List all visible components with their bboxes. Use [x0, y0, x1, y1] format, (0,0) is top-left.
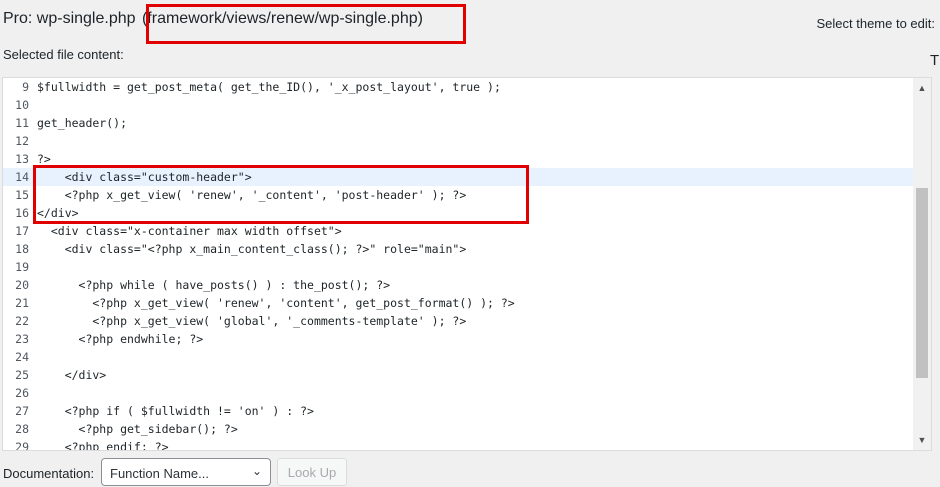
code-line[interactable]: 24 [3, 348, 914, 366]
line-code[interactable]: ?> [37, 152, 51, 166]
line-code[interactable]: <?php endif; ?> [37, 440, 169, 450]
line-number: 9 [22, 80, 29, 94]
code-line[interactable]: 12 [3, 132, 914, 150]
scroll-down-icon[interactable]: ▼ [913, 432, 931, 448]
line-number: 23 [15, 332, 29, 346]
line-number: 14 [15, 170, 29, 184]
line-code[interactable]: $fullwidth = get_post_meta( get_the_ID()… [37, 80, 501, 94]
code-line[interactable]: 18 <div class="<?php x_main_content_clas… [3, 240, 914, 258]
line-number: 15 [15, 188, 29, 202]
code-line[interactable]: 17 <div class="x-container max width off… [3, 222, 914, 240]
function-name-select-value: Function Name... [110, 466, 209, 481]
code-line[interactable]: 22 <?php x_get_view( 'global', '_comment… [3, 312, 914, 330]
scroll-up-icon[interactable]: ▲ [913, 80, 931, 96]
function-name-select[interactable]: Function Name... ⌄ [101, 458, 271, 486]
code-line[interactable]: 9 $fullwidth = get_post_meta( get_the_ID(… [3, 78, 914, 96]
code-line[interactable]: 29 <?php endif; ?> [3, 438, 914, 451]
line-number: 20 [15, 278, 29, 292]
code-line[interactable]: 23 <?php endwhile; ?> [3, 330, 914, 348]
line-number: 24 [15, 350, 29, 364]
line-number: 29 [15, 440, 29, 451]
code-lines[interactable]: 9 $fullwidth = get_post_meta( get_the_ID(… [3, 78, 914, 451]
line-code[interactable]: <div class="x-container max width offset… [37, 224, 342, 238]
chevron-down-icon: ⌄ [251, 464, 262, 478]
line-code[interactable]: <?php x_get_view( 'global', '_comments-t… [37, 314, 466, 328]
title-highlight-box [146, 4, 466, 44]
editor-scrollbar[interactable]: ▲ ▼ [913, 78, 931, 450]
line-code[interactable]: <?php x_get_view( 'renew', 'content', ge… [37, 296, 514, 310]
line-code[interactable]: <div class="<?php x_main_content_class()… [37, 242, 467, 256]
line-number: 17 [15, 224, 29, 238]
line-number: 18 [15, 242, 29, 256]
line-number: 10 [15, 98, 29, 112]
line-number: 22 [15, 314, 29, 328]
line-code[interactable]: get_header(); [37, 116, 127, 130]
line-code[interactable]: <?php if ( $fullwidth != 'on' ) : ?> [37, 404, 314, 418]
code-highlight-box [33, 165, 529, 224]
line-code[interactable]: </div> [37, 368, 107, 382]
line-number: 12 [15, 134, 29, 148]
code-line[interactable]: 28 <?php get_sidebar(); ?> [3, 420, 914, 438]
select-theme-label: Select theme to edit: [816, 16, 935, 31]
line-number: 27 [15, 404, 29, 418]
file-title-prefix: Pro: wp-single.php [3, 10, 136, 27]
code-editor[interactable]: 9 $fullwidth = get_post_meta( get_the_ID(… [2, 77, 932, 451]
code-line[interactable]: 10 [3, 96, 914, 114]
code-line[interactable]: 25 </div> [3, 366, 914, 384]
code-line[interactable]: 19 [3, 258, 914, 276]
line-number: 11 [15, 116, 29, 130]
line-number: 21 [15, 296, 29, 310]
look-up-button[interactable]: Look Up [277, 458, 347, 486]
line-code[interactable]: <?php while ( have_posts() ) : the_post(… [37, 278, 391, 292]
code-line[interactable]: 26 [3, 384, 914, 402]
line-code[interactable]: <?php endwhile; ?> [37, 332, 204, 346]
code-line[interactable]: 27 <?php if ( $fullwidth != 'on' ) : ?> [3, 402, 914, 420]
selected-file-content-label: Selected file content: [3, 47, 124, 62]
line-code[interactable]: <?php get_sidebar(); ?> [37, 422, 238, 436]
line-number: 26 [15, 386, 29, 400]
line-number: 28 [15, 422, 29, 436]
line-number: 19 [15, 260, 29, 274]
line-number: 13 [15, 152, 29, 166]
code-line[interactable]: 21 <?php x_get_view( 'renew', 'content',… [3, 294, 914, 312]
theme-select-truncated[interactable]: T [930, 52, 939, 69]
code-line[interactable]: 20 <?php while ( have_posts() ) : the_po… [3, 276, 914, 294]
line-number: 16 [15, 206, 29, 220]
scrollbar-thumb[interactable] [916, 188, 928, 378]
line-number: 25 [15, 368, 29, 382]
documentation-label: Documentation: [3, 466, 95, 481]
code-line[interactable]: 11 get_header(); [3, 114, 914, 132]
